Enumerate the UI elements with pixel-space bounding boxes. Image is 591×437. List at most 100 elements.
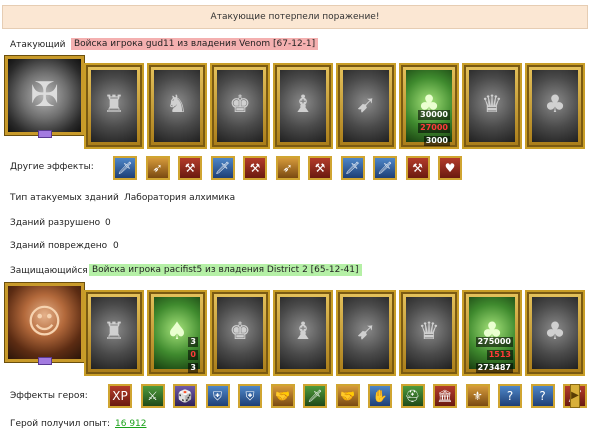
unit-slot[interactable]: ♠ 3 0 3 bbox=[147, 290, 207, 376]
unit-slot[interactable]: ♜ bbox=[84, 63, 144, 149]
dwarf-icon: ♜ bbox=[103, 90, 125, 118]
axe-icon[interactable]: ⚒ bbox=[308, 156, 332, 180]
dice-icon[interactable]: 🎲 bbox=[173, 384, 197, 408]
xp-icon[interactable]: XP bbox=[108, 384, 132, 408]
unit-slot[interactable]: ♛ bbox=[399, 290, 459, 376]
crossed-bows-icon: ✠ bbox=[30, 75, 59, 115]
unit-slot[interactable]: ➹ bbox=[336, 63, 396, 149]
unit-portrait: ♚ bbox=[217, 297, 263, 369]
defender-label: Защищающийся bbox=[10, 266, 88, 276]
attacker-label: Атакующий bbox=[10, 40, 66, 50]
unit-count-after: 273487 bbox=[475, 363, 513, 373]
warrior-icon: ♛ bbox=[418, 317, 440, 345]
building-type-value: Лаборатория алхимика bbox=[124, 193, 236, 203]
unit-count-before: 3 bbox=[188, 337, 198, 347]
unit-slot[interactable]: ♣ bbox=[525, 63, 585, 149]
unit-count-lost: 0 bbox=[188, 350, 198, 360]
unit-slot[interactable]: ♣ 30000 27000 3000 bbox=[399, 63, 459, 149]
sword-icon[interactable]: 🗡 bbox=[340, 156, 365, 180]
hero-face-icon: ☺ bbox=[26, 302, 63, 342]
hero-badge bbox=[37, 130, 52, 138]
hero-xp-label: Герой получил опыт: bbox=[10, 419, 110, 429]
attacker-units-row: ♜ ♞ ♚ ♝ ➹ ♣ 30000 27000 3000 ♛ ♣ bbox=[84, 63, 591, 149]
hero-effects-bar: XP⚔🎲⛨⛨🤝🗡🤝✋⛑🏛⚜??🗡 bbox=[108, 384, 587, 408]
unit-portrait: ♝ bbox=[280, 297, 326, 369]
unit-portrait: ♜ bbox=[91, 70, 137, 142]
dwarf-icon: ♜ bbox=[103, 317, 125, 345]
hero-effects-label: Эффекты героя: bbox=[10, 391, 88, 401]
unit-count-before: 30000 bbox=[418, 110, 450, 120]
unit-count-lost: 1513 bbox=[486, 350, 513, 360]
unit-portrait: ➹ bbox=[343, 70, 389, 142]
unit-slot[interactable]: ♝ bbox=[273, 63, 333, 149]
unit-slot[interactable]: ♝ bbox=[273, 290, 333, 376]
ent-icon: ♣ bbox=[544, 90, 566, 118]
unit-slot[interactable]: ♜ bbox=[84, 290, 144, 376]
question-icon[interactable]: ? bbox=[530, 384, 555, 408]
defender-units-row: ♜ ♠ 3 0 3 ♚ ♝ ➹ ♛ ♣ 275000 1513 273487 ♣ bbox=[84, 290, 591, 376]
unit-portrait: ♜ bbox=[91, 297, 137, 369]
handshake-icon[interactable]: 🤝 bbox=[270, 384, 295, 408]
sword-icon[interactable]: 🗡 bbox=[113, 156, 137, 180]
bow-icon[interactable]: ➶ bbox=[275, 156, 300, 180]
shield-icon[interactable]: ⛨ bbox=[205, 384, 230, 408]
defender-army-link[interactable]: Войска игрока pacifist5 из владения Dist… bbox=[89, 264, 362, 276]
unit-count-after: 3 bbox=[188, 363, 198, 373]
unit-slot[interactable]: ♣ 275000 1513 273487 bbox=[462, 290, 522, 376]
unit-portrait: ➹ bbox=[343, 297, 389, 369]
buildings-destroyed-value: 0 bbox=[105, 218, 111, 228]
unit-count-lost: 27000 bbox=[418, 123, 450, 133]
axe-icon[interactable]: ⚒ bbox=[178, 156, 202, 180]
sword-icon[interactable]: 🗡 bbox=[303, 384, 327, 408]
scroll-right-arrow-icon[interactable]: ▶ bbox=[570, 384, 580, 408]
unit-slot[interactable]: ♛ bbox=[462, 63, 522, 149]
other-effects-label: Другие эффекты: bbox=[10, 162, 94, 172]
buildings-damaged-value: 0 bbox=[113, 241, 119, 251]
question-icon[interactable]: ? bbox=[498, 384, 522, 408]
shield-icon[interactable]: ⛨ bbox=[238, 384, 262, 408]
helmet-icon[interactable]: ⛑ bbox=[400, 384, 425, 408]
unit-portrait: ♣ bbox=[532, 70, 578, 142]
buildings-destroyed-label: Зданий разрушено bbox=[10, 218, 101, 228]
unit-slot[interactable]: ♚ bbox=[210, 63, 270, 149]
attacker-army-link[interactable]: Войска игрока gud11 из владения Venom [6… bbox=[71, 38, 319, 50]
unit-slot[interactable]: ♞ bbox=[147, 63, 207, 149]
unit-portrait: ♝ bbox=[280, 70, 326, 142]
building-type-label: Тип атакуемых зданий bbox=[10, 193, 119, 203]
sword-icon[interactable]: 🗡 bbox=[373, 156, 397, 180]
paladin-icon: ♚ bbox=[229, 317, 251, 345]
griffin-icon: ♝ bbox=[292, 317, 314, 345]
hero-badge bbox=[37, 357, 52, 365]
unit-portrait: ♚ bbox=[217, 70, 263, 142]
bow-icon[interactable]: ➶ bbox=[145, 156, 170, 180]
knight-icon: ♞ bbox=[166, 90, 188, 118]
axe-icon[interactable]: ⚒ bbox=[405, 156, 430, 180]
unit-portrait: ♛ bbox=[406, 297, 452, 369]
unit-slot[interactable]: ♣ bbox=[525, 290, 585, 376]
unit-portrait: ♛ bbox=[469, 70, 515, 142]
axe-icon[interactable]: ⚒ bbox=[243, 156, 267, 180]
archer-icon: ➹ bbox=[355, 90, 377, 118]
emblem-icon[interactable]: ⚜ bbox=[465, 384, 490, 408]
defender-hero-portrait[interactable]: ☺ bbox=[4, 282, 85, 365]
handshake-icon[interactable]: 🤝 bbox=[335, 384, 360, 408]
unit-slot[interactable]: ➹ bbox=[336, 290, 396, 376]
warrior-icon: ♛ bbox=[481, 90, 503, 118]
hand-icon[interactable]: ✋ bbox=[368, 384, 392, 408]
swords-icon[interactable]: ⚔ bbox=[140, 384, 165, 408]
buildings-damaged-label: Зданий повреждено bbox=[10, 241, 108, 251]
building-icon[interactable]: 🏛 bbox=[433, 384, 457, 408]
heart-icon[interactable]: ♥ bbox=[438, 156, 462, 180]
unit-portrait: ♣ bbox=[532, 297, 578, 369]
unit-count-before: 275000 bbox=[475, 337, 513, 347]
unit-count-after: 3000 bbox=[423, 136, 450, 146]
hero-xp-value[interactable]: 16 912 bbox=[115, 419, 147, 429]
archer-icon: ➹ bbox=[355, 317, 377, 345]
attacker-hero-portrait[interactable]: ✠ bbox=[4, 55, 85, 138]
sword-icon[interactable]: 🗡 bbox=[210, 156, 235, 180]
unit-slot[interactable]: ♚ bbox=[210, 290, 270, 376]
griffin-icon: ♝ bbox=[292, 90, 314, 118]
other-effects-bar: 🗡 ➶ ⚒ 🗡 ⚒ ➶ ⚒ 🗡 🗡 ⚒ ♥ bbox=[113, 156, 473, 180]
unit-portrait: ♞ bbox=[154, 70, 200, 142]
paladin-icon: ♚ bbox=[229, 90, 251, 118]
